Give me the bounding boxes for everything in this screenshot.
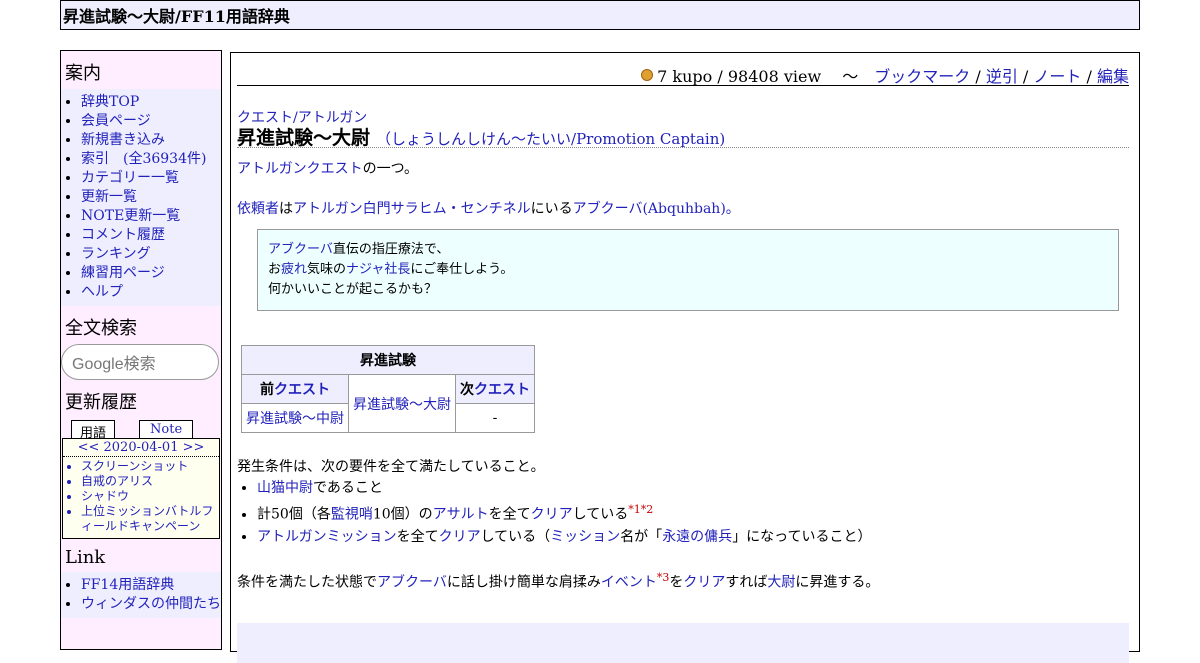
- after-link-captain[interactable]: 大尉: [767, 574, 795, 590]
- list-item[interactable]: シャドウ: [81, 489, 219, 504]
- cond-link-assault[interactable]: アサルト: [433, 507, 489, 523]
- client-label-link[interactable]: 依頼者: [237, 201, 279, 217]
- view-stats: 7 kupo / 98408 view ～: [657, 67, 875, 86]
- list-item: 山猫中尉であること: [257, 477, 1117, 499]
- after-paragraph: 条件を満たした状態でアブクーバに話し掛け簡単な肩揉みイベント*3をクリアすれば大…: [237, 570, 880, 591]
- recent-changes: << 2020-04-01 >> スクリーンショット 自戒のアリス シャドウ 上…: [62, 438, 220, 539]
- quest-chain-table: 昇進試験 前クエスト 昇進試験～大尉 次クエスト 昇進試験～中尉 -: [241, 345, 535, 433]
- current-quest-cell: 昇進試験～大尉: [348, 374, 456, 433]
- page-toolbar: 7 kupo / 98408 view ～ ブックマーク / 逆引 / ノート …: [237, 63, 1129, 86]
- guide-item-help[interactable]: ヘルプ: [81, 283, 221, 302]
- cond-link-rank[interactable]: 山猫中尉: [257, 480, 313, 496]
- after-link-event[interactable]: イベント: [601, 574, 657, 590]
- prev-quest-link[interactable]: クエスト: [274, 382, 330, 398]
- client-name-link[interactable]: アブクーバ: [573, 201, 643, 217]
- guide-item-new[interactable]: 新規書き込み: [81, 131, 221, 150]
- guide-list: 辞典TOP 会員ページ 新規書き込み 索引 (全36934件) カテゴリー一覧 …: [61, 89, 221, 306]
- after-link-abquhbah[interactable]: アブクーバ: [377, 574, 447, 590]
- bookmark-link[interactable]: ブックマーク: [874, 67, 970, 86]
- next-quest-header: 次クエスト: [455, 374, 535, 404]
- search-placeholder: Google検索: [72, 356, 156, 373]
- list-item: 計50個（各監視哨10個）のアサルトを全てクリアしている*1*2: [257, 499, 1117, 526]
- search-heading: 全文検索: [65, 318, 137, 339]
- page-title: 昇進試験～大尉/FF11用語辞典: [63, 7, 290, 26]
- cond-link-mission[interactable]: ミッション: [550, 529, 620, 545]
- quest-description-box: アブクーバ直伝の指圧療法で、 お疲れ気味のナジャ社長にご奉仕しよう。 何かいいこ…: [257, 229, 1119, 311]
- recent-tabs: 用語 Note: [61, 420, 221, 441]
- client-paragraph: 依頼者はアトルガン白門サラヒム・センチネルにいるアブクーバ(Abquhbah)。: [237, 201, 740, 217]
- client-place-link[interactable]: アトルガン白門サラヒム・センチネル: [293, 201, 531, 217]
- article-heading: 昇進試験～大尉 （しょうしんしけん～たいい/Promotion Captain): [237, 123, 1129, 149]
- footnote-ref[interactable]: *3: [657, 571, 670, 584]
- backlink-link[interactable]: 逆引: [986, 67, 1018, 86]
- after-link-clear[interactable]: クリア: [683, 574, 725, 590]
- cond-link-eternal-mercenary[interactable]: 永遠の傭兵: [662, 529, 732, 545]
- prev-quest-cell: 昇進試験～中尉: [241, 403, 349, 433]
- kupo-icon: [641, 69, 654, 81]
- prev-quest-header: 前クエスト: [241, 374, 349, 404]
- list-item[interactable]: 自戒のアリス: [81, 474, 219, 489]
- search-input[interactable]: Google検索: [61, 344, 219, 380]
- quote-link-naja[interactable]: ナジャ社長: [346, 262, 410, 277]
- guide-item-ranking[interactable]: ランキング: [81, 245, 221, 264]
- tab-terms[interactable]: 用語: [71, 420, 116, 441]
- note-link[interactable]: ノート: [1033, 67, 1081, 86]
- link-list: FF14用語辞典 ウィンダスの仲間たち: [61, 572, 221, 618]
- intro-paragraph: アトルガンクエストの一つ。: [237, 161, 419, 177]
- recent-date-nav[interactable]: << 2020-04-01 >>: [63, 439, 219, 457]
- guide-item-updates[interactable]: 更新一覧: [81, 188, 221, 207]
- guide-item-category[interactable]: カテゴリー一覧: [81, 169, 221, 188]
- conditions-section: 発生条件は、次の要件を全て満たしていること。 山猫中尉であること 計50個（各監…: [237, 457, 1117, 592]
- tab-note[interactable]: Note: [139, 420, 194, 438]
- content-continuation: [237, 623, 1129, 663]
- guide-heading: 案内: [65, 63, 101, 84]
- list-item: アトルガンミッションを全てクリアしている（ミッション名が「永遠の傭兵」になってい…: [257, 526, 1117, 548]
- recent-list: スクリーンショット 自戒のアリス シャドウ 上位ミッションバトルフィールドキャン…: [63, 459, 219, 534]
- edit-link[interactable]: 編集: [1097, 67, 1129, 86]
- cond-link-clear-2[interactable]: クリア: [439, 529, 481, 545]
- page-title-bar: 昇進試験～大尉/FF11用語辞典: [60, 0, 1140, 30]
- current-quest-link[interactable]: 昇進試験～大尉: [353, 397, 451, 413]
- quote-link-fatigue[interactable]: 疲れ: [281, 262, 307, 277]
- guide-item-practice[interactable]: 練習用ページ: [81, 264, 221, 283]
- sidebar: 案内 辞典TOP 会員ページ 新規書き込み 索引 (全36934件) カテゴリー…: [60, 50, 222, 650]
- guide-item-member[interactable]: 会員ページ: [81, 112, 221, 131]
- next-quest-link[interactable]: クエスト: [474, 382, 530, 398]
- guide-item-top[interactable]: 辞典TOP: [81, 93, 221, 112]
- article-reading: （しょうしんしけん～たいい/Promotion Captain): [376, 130, 726, 148]
- guide-item-comments[interactable]: コメント履歴: [81, 226, 221, 245]
- main-content: 7 kupo / 98408 view ～ ブックマーク / 逆引 / ノート …: [230, 52, 1140, 663]
- guide-item-index[interactable]: 索引 (全36934件): [81, 150, 221, 169]
- link-heading: Link: [65, 547, 106, 568]
- list-item[interactable]: スクリーンショット: [81, 459, 219, 474]
- list-item[interactable]: 上位ミッションバトルフィールドキャンペーン: [81, 504, 219, 534]
- cond-link-outpost[interactable]: 監視哨: [331, 507, 373, 523]
- link-item-windurst[interactable]: ウィンダスの仲間たち: [81, 595, 221, 614]
- link-item-ff14[interactable]: FF14用語辞典: [81, 576, 221, 595]
- client-roman: (Abquhbah)。: [642, 201, 740, 217]
- quote-link-abquhbah[interactable]: アブクーバ: [268, 242, 333, 257]
- recent-heading: 更新履歴: [65, 392, 137, 413]
- conditions-lead: 発生条件は、次の要件を全て満たしていること。: [237, 459, 545, 475]
- next-quest-cell: -: [455, 403, 535, 433]
- conditions-list: 山猫中尉であること 計50個（各監視哨10個）のアサルトを全てクリアしている*1…: [237, 477, 1117, 548]
- intro-link[interactable]: アトルガンクエスト: [237, 161, 363, 177]
- cond-link-toau-mission[interactable]: アトルガンミッション: [257, 529, 397, 545]
- guide-item-note-updates[interactable]: NOTE更新一覧: [81, 207, 221, 226]
- cond-link-clear[interactable]: クリア: [531, 507, 573, 523]
- footnote-ref[interactable]: *1*2: [628, 503, 653, 516]
- prev-quest-value-link[interactable]: 昇進試験～中尉: [246, 411, 344, 427]
- table-heading: 昇進試験: [241, 345, 535, 375]
- article-title: 昇進試験～大尉: [237, 127, 371, 149]
